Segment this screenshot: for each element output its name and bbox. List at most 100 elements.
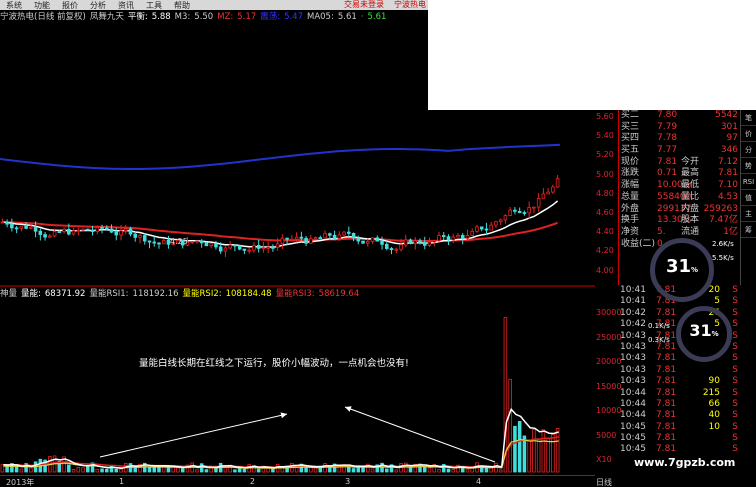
candle-body bbox=[52, 231, 57, 237]
network-gauge: 31% bbox=[650, 238, 714, 302]
volume-bar bbox=[147, 466, 152, 473]
candle-body bbox=[522, 212, 527, 214]
quote-k: 总量 bbox=[621, 191, 640, 202]
side-tab[interactable]: 主 bbox=[741, 206, 756, 222]
tick-q: 40 bbox=[708, 410, 720, 421]
candle-body bbox=[555, 178, 560, 188]
quote-v2: 259263 bbox=[703, 203, 738, 214]
price-tick: 4.20 bbox=[596, 246, 614, 256]
volume-bar bbox=[385, 468, 389, 473]
candle-body bbox=[142, 235, 147, 242]
quote-v: 7.81 bbox=[657, 156, 678, 167]
tick-t: 10:43 bbox=[620, 330, 646, 341]
quote-k: 净资 bbox=[621, 226, 640, 237]
side-tab[interactable]: 势 bbox=[741, 158, 756, 174]
side-tab[interactable]: 价 bbox=[741, 126, 756, 142]
candle-body bbox=[90, 229, 95, 232]
candle-body bbox=[190, 241, 194, 243]
candle-body bbox=[247, 249, 251, 252]
candle-body bbox=[299, 236, 304, 239]
gauge-down-speed: 5.5K/s bbox=[712, 254, 734, 262]
volume-bar bbox=[489, 467, 493, 473]
volume-bar bbox=[242, 468, 247, 473]
candle-body bbox=[541, 193, 546, 199]
side-tab[interactable]: 值 bbox=[741, 190, 756, 206]
trade-login-link[interactable]: 交易未登录 bbox=[344, 0, 384, 9]
candle-body bbox=[161, 239, 166, 245]
menu-item-5[interactable]: 工具 bbox=[140, 0, 168, 11]
candle-body bbox=[422, 242, 427, 246]
candle-body bbox=[328, 233, 332, 236]
period-label[interactable]: 日线 bbox=[596, 477, 612, 487]
stock-link[interactable]: 宁波热电 bbox=[394, 0, 426, 9]
price-tick: 5.00 bbox=[596, 169, 614, 179]
candle-body bbox=[399, 244, 403, 250]
side-tab[interactable]: RSI bbox=[741, 174, 756, 190]
volume-bar bbox=[119, 468, 123, 473]
menu-item-2[interactable]: 报价 bbox=[56, 0, 84, 11]
quote-v: 5. bbox=[657, 226, 666, 237]
candle-body bbox=[57, 231, 62, 233]
volume-bar bbox=[195, 469, 199, 473]
side-tab[interactable]: 分 bbox=[741, 142, 756, 158]
side-tab[interactable]: 筹 bbox=[741, 222, 756, 238]
tick-s: S bbox=[732, 296, 738, 307]
quote-row: 净资 5. 流通 1亿 bbox=[619, 227, 740, 239]
zhendang-value: 5.47 bbox=[284, 12, 303, 22]
quote-v: 7.78 bbox=[657, 133, 678, 144]
candlestick-chart[interactable] bbox=[0, 24, 595, 286]
quote-k: 买四 bbox=[621, 133, 640, 144]
side-tab[interactable]: 笔 bbox=[741, 110, 756, 126]
volume-bar bbox=[114, 468, 119, 473]
volume-bar bbox=[0, 464, 5, 473]
candle-body bbox=[214, 243, 218, 248]
volume-bar bbox=[81, 467, 85, 473]
tick-s: S bbox=[732, 433, 738, 444]
candle-body bbox=[218, 246, 223, 252]
quote-v: 7.79 bbox=[657, 121, 678, 132]
candle-body bbox=[123, 228, 128, 232]
volume-bar bbox=[546, 437, 550, 473]
quote-k2: 股本 bbox=[681, 215, 700, 226]
menu-item-6[interactable]: 帮助 bbox=[168, 0, 196, 11]
menu-item-3[interactable]: 分析 bbox=[84, 0, 112, 11]
tick-s: S bbox=[732, 364, 738, 375]
tick-s: S bbox=[732, 353, 738, 364]
quote-v2: 7.12 bbox=[717, 156, 738, 167]
candle-body bbox=[418, 240, 422, 243]
trade-status: 交易未登录 宁波热电 bbox=[344, 0, 426, 10]
quote-row: 买二 7.80 5542 bbox=[619, 110, 740, 122]
volume-bar bbox=[508, 378, 512, 473]
volume-bar bbox=[237, 467, 242, 473]
tick-t: 10:41 bbox=[620, 285, 646, 295]
candle-body bbox=[356, 237, 361, 242]
quote-k: 买五 bbox=[621, 145, 640, 156]
quote-k: 换手 bbox=[621, 215, 640, 226]
menu-item-1[interactable]: 功能 bbox=[28, 0, 56, 11]
candle-body bbox=[318, 237, 323, 239]
candle-body bbox=[233, 244, 237, 247]
candle-body bbox=[237, 245, 242, 250]
volume-bar bbox=[437, 469, 441, 473]
volume-bar bbox=[180, 468, 185, 473]
candle-body bbox=[195, 240, 199, 243]
tick-s: S bbox=[732, 319, 738, 330]
tick-q: 5 bbox=[714, 296, 720, 307]
candle-body bbox=[133, 233, 138, 238]
gauge-value-2: 31% bbox=[689, 321, 719, 340]
tick-row: 10:44 7.81 66 S bbox=[618, 399, 740, 410]
tick-q: 90 bbox=[708, 376, 720, 387]
tick-row: 10:45 7.81 S bbox=[618, 444, 740, 455]
price-tick: 4.00 bbox=[596, 265, 614, 275]
indicator-name[interactable]: 凤舞九天 bbox=[90, 12, 124, 22]
gauge-value: 31% bbox=[665, 256, 699, 277]
candle-body bbox=[105, 227, 109, 230]
candle-body bbox=[109, 228, 114, 233]
menu-item-0[interactable]: 系统 bbox=[0, 0, 28, 11]
volume-chart[interactable] bbox=[0, 287, 595, 487]
volume-bar bbox=[498, 469, 503, 473]
menu-item-4[interactable]: 资讯 bbox=[112, 0, 140, 11]
candle-body bbox=[551, 186, 555, 193]
zhendang-label: 震荡: bbox=[260, 12, 281, 22]
tick-t: 10:42 bbox=[620, 319, 646, 330]
